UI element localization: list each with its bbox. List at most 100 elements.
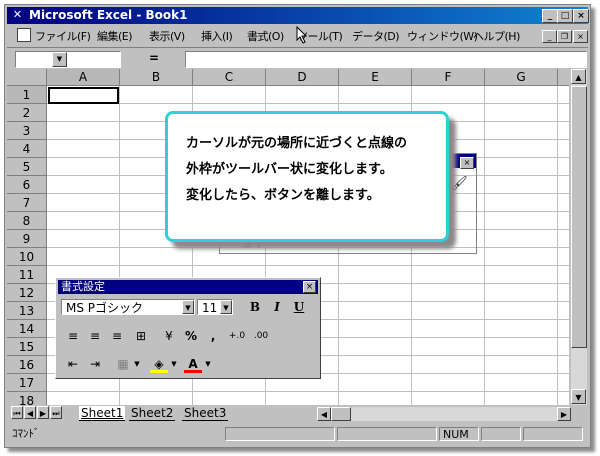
borders-dropdown-icon[interactable]: ▼	[132, 355, 142, 373]
fill-color-icon[interactable]: ◈	[150, 355, 168, 373]
decrease-decimal-icon[interactable]: .00	[252, 327, 270, 345]
next-sheet-icon[interactable]: ▶	[37, 406, 49, 419]
row-header-1[interactable]: 1	[7, 86, 47, 104]
row-header-9[interactable]: 9	[7, 230, 47, 248]
row-header-2[interactable]: 2	[7, 104, 47, 122]
increase-decimal-icon[interactable]: +.0	[228, 327, 246, 345]
select-all-corner[interactable]	[7, 69, 47, 86]
callout-line-1: カーソルが元の場所に近づくと点線の	[186, 136, 408, 151]
fill-color-dropdown-icon[interactable]: ▼	[169, 355, 179, 373]
scroll-left-icon[interactable]: ◀	[317, 407, 331, 421]
row-header-3[interactable]: 3	[7, 122, 47, 140]
gridline	[47, 103, 569, 104]
font-color-dropdown-icon[interactable]: ▼	[203, 355, 213, 373]
instruction-callout: カーソルが元の場所に近づくと点線の 外枠がツールバー状に変化します。 変化したら…	[165, 111, 449, 242]
row-header-8[interactable]: 8	[7, 212, 47, 230]
row-header-5[interactable]: 5	[7, 158, 47, 176]
row-header-6[interactable]: 6	[7, 176, 47, 194]
scroll-down-icon[interactable]: ▼	[571, 389, 586, 404]
menu-window[interactable]: ウィンドウ(W)	[407, 28, 478, 44]
italic-button[interactable]: I	[268, 298, 286, 316]
minimize-button[interactable]: _	[542, 9, 558, 23]
active-cell-a1[interactable]	[48, 87, 119, 104]
close-button[interactable]: ×	[573, 9, 589, 23]
row-header-17[interactable]: 17	[7, 374, 47, 392]
increase-indent-icon[interactable]: ⇥	[86, 355, 104, 373]
column-header-c[interactable]: C	[193, 69, 266, 86]
doc-close-button[interactable]: ×	[573, 30, 588, 43]
borders-icon[interactable]: ▦	[114, 355, 132, 373]
horizontal-scroll-thumb[interactable]	[331, 407, 351, 421]
first-sheet-icon[interactable]: ⏮	[11, 406, 23, 419]
doc-restore-button[interactable]: ❐	[557, 30, 572, 43]
maximize-button[interactable]: □	[557, 9, 573, 23]
merge-center-icon[interactable]: ⊞	[132, 327, 150, 345]
horizontal-scrollbar[interactable]: ◀ ▶	[317, 407, 571, 421]
row-header-7[interactable]: 7	[7, 194, 47, 212]
comma-button[interactable]: ,	[204, 327, 222, 345]
menu-data[interactable]: データ(D)	[352, 28, 400, 44]
format-painter-icon: 🖌	[450, 176, 468, 192]
sheet-tab-1[interactable]: Sheet1	[79, 406, 126, 421]
menu-edit[interactable]: 編集(E)	[97, 28, 133, 44]
menu-format[interactable]: 書式(O)	[247, 28, 284, 44]
menu-view[interactable]: 表示(V)	[149, 28, 185, 44]
row-header-11[interactable]: 11	[7, 266, 47, 284]
column-header-h[interactable]	[558, 69, 569, 86]
percent-button[interactable]: %	[182, 327, 200, 345]
align-right-icon[interactable]: ≡	[108, 327, 126, 345]
format-toolbar-titlebar[interactable]: 書式設定 ×	[58, 280, 318, 294]
align-left-icon[interactable]: ≡	[64, 327, 82, 345]
row-header-16[interactable]: 16	[7, 356, 47, 374]
status-bar: ｺﾏﾝﾄﾞ NUM	[7, 425, 588, 443]
align-center-icon[interactable]: ≡	[86, 327, 104, 345]
formula-bar: A1 ▼ =	[7, 47, 588, 68]
currency-icon[interactable]: ¥	[160, 327, 178, 345]
edit-formula-button[interactable]: =	[125, 51, 183, 66]
vertical-scrollbar[interactable]: ▲ ▼	[571, 69, 587, 405]
excel-window: ✕ Microsoft Excel - Book1 _ □ × ファイル(F) …	[4, 4, 591, 448]
row-header-10[interactable]: 10	[7, 248, 47, 266]
scroll-up-icon[interactable]: ▲	[571, 69, 586, 84]
decrease-indent-icon[interactable]: ⇤	[64, 355, 82, 373]
row-header-13[interactable]: 13	[7, 302, 47, 320]
font-size-select[interactable]: 11 ▼	[197, 299, 233, 315]
column-header-f[interactable]: F	[412, 69, 485, 86]
column-header-e[interactable]: E	[339, 69, 412, 86]
font-dropdown-icon[interactable]: ▼	[182, 300, 194, 314]
status-mode: ｺﾏﾝﾄﾞ	[12, 427, 40, 440]
column-header-b[interactable]: B	[120, 69, 193, 86]
name-box[interactable]: A1 ▼	[15, 51, 121, 68]
menu-help[interactable]: ヘルプ(H)	[473, 28, 520, 44]
font-color-icon[interactable]: A	[184, 355, 202, 373]
window-title: Microsoft Excel - Book1	[29, 8, 188, 22]
font-name-select[interactable]: MS Pゴシック ▼	[61, 299, 195, 315]
menu-insert[interactable]: 挿入(I)	[201, 28, 233, 44]
row-header-15[interactable]: 15	[7, 338, 47, 356]
workbook-icon[interactable]	[17, 28, 31, 42]
bold-button[interactable]: B	[246, 298, 264, 316]
column-header-a[interactable]: A	[47, 69, 120, 86]
column-header-d[interactable]: D	[266, 69, 339, 86]
sheet-tab-2[interactable]: Sheet2	[129, 406, 176, 421]
name-box-dropdown-icon[interactable]: ▼	[52, 52, 67, 67]
font-size-dropdown-icon[interactable]: ▼	[220, 300, 232, 314]
font-size-value: 11	[202, 301, 218, 315]
formula-input[interactable]	[185, 51, 587, 68]
row-header-18[interactable]: 18	[7, 392, 47, 405]
callout-line-3: 変化したら、ボタンを離します。	[186, 188, 380, 203]
sheet-tab-3[interactable]: Sheet3	[182, 406, 229, 421]
scroll-right-icon[interactable]: ▶	[557, 407, 571, 421]
column-header-g[interactable]: G	[485, 69, 558, 86]
prev-sheet-icon[interactable]: ◀	[24, 406, 36, 419]
row-header-4[interactable]: 4	[7, 140, 47, 158]
ghost-close-icon: ×	[460, 157, 474, 169]
underline-button[interactable]: U	[290, 298, 308, 316]
row-header-14[interactable]: 14	[7, 320, 47, 338]
doc-minimize-button[interactable]: _	[542, 30, 557, 43]
format-toolbar-close-icon[interactable]: ×	[303, 281, 316, 293]
last-sheet-icon[interactable]: ⏭	[50, 406, 62, 419]
menu-file[interactable]: ファイル(F)	[35, 28, 91, 44]
row-header-12[interactable]: 12	[7, 284, 47, 302]
vertical-scroll-thumb[interactable]	[571, 86, 587, 348]
